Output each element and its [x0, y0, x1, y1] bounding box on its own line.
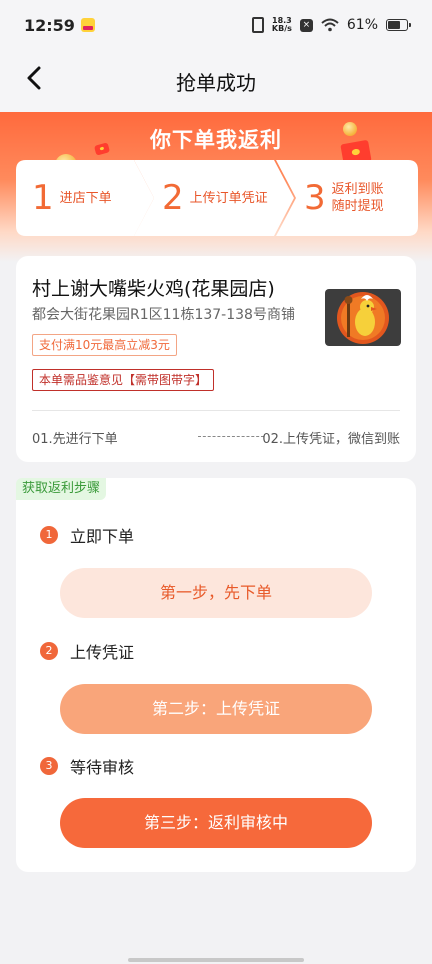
- step-label: 立即下单: [70, 527, 135, 546]
- nav-bar: 抢单成功: [0, 50, 432, 112]
- step-number: 1: [32, 178, 54, 218]
- network-speed: 18.3 KB/s: [272, 17, 292, 33]
- store-card[interactable]: 村上谢大嘴柴火鸡(花果园店) 都会大街花果园R1区11栋137-138号商铺 支…: [16, 256, 416, 462]
- flow-step-upload: 02.上传凭证，微信到账: [262, 432, 400, 447]
- home-indicator[interactable]: [128, 958, 304, 962]
- vibrate-icon: [251, 17, 264, 33]
- step-number-badge: 3: [40, 757, 58, 775]
- app-notification-icon: [80, 18, 95, 32]
- flow-dashed-connector: [198, 436, 264, 437]
- status-bar: 12:59 18.3 KB/s × 61%: [0, 0, 432, 50]
- rebate-step-1: 1 立即下单: [40, 523, 134, 547]
- store-logo-image: [325, 289, 401, 346]
- place-order-button[interactable]: 第一步，先下单: [60, 568, 372, 618]
- battery-icon: [386, 19, 411, 31]
- page-title: 抢单成功: [176, 70, 256, 95]
- flow-step-order: 01.先进行下单: [32, 432, 118, 447]
- rebate-step-3: 3 等待审核: [40, 754, 134, 778]
- wifi-icon: [321, 18, 339, 32]
- rebate-step-2: 2 上传凭证: [40, 639, 134, 663]
- discount-tag: 支付满10元最高立减3元: [32, 334, 177, 356]
- step-label: 上传凭证: [70, 643, 135, 662]
- step-text: 上传订单凭证: [190, 190, 268, 207]
- process-step-2: 2 上传订单凭证: [134, 160, 296, 236]
- rebate-review-button[interactable]: 第三步：返利审核中: [60, 798, 372, 848]
- back-button[interactable]: [22, 64, 50, 92]
- requirement-tag: 本单需品鉴意见【需带图带字】: [32, 369, 215, 391]
- rebate-steps-tag: 获取返利步骤: [16, 478, 107, 500]
- coin-decoration-icon: [343, 122, 357, 136]
- store-name: 村上谢大嘴柴火鸡(花果园店): [32, 278, 275, 300]
- rebate-process-steps: 1 进店下单 2 上传订单凭证 3 返利到账 随时提现: [16, 160, 418, 236]
- step-text-line1: 进店下单: [59, 190, 112, 206]
- chicken-mascot-icon: [337, 292, 389, 344]
- step-number: 2: [162, 178, 184, 218]
- nfc-off-icon: ×: [299, 18, 313, 32]
- network-speed-unit: KB/s: [271, 24, 292, 33]
- status-time: 12:59: [24, 15, 75, 35]
- battery-percent: 61%: [346, 17, 378, 33]
- upload-proof-button[interactable]: 第二步：上传凭证: [60, 684, 372, 734]
- store-address: 都会大街花果园R1区11栋137-138号商铺: [32, 307, 295, 323]
- step-label: 等待审核: [70, 758, 135, 777]
- process-step-3: 3 返利到账 随时提现: [276, 160, 418, 236]
- step-text: 进店下单: [60, 190, 112, 207]
- status-icons: 18.3 KB/s × 61%: [251, 17, 411, 33]
- step-text-line2: 随时提现: [331, 199, 384, 214]
- step-text: 返利到账 随时提现: [332, 181, 384, 215]
- rebate-steps-card: 获取返利步骤 1 立即下单 第一步，先下单 2 上传凭证 第二步：上传凭证 3 …: [16, 478, 416, 872]
- step-number-badge: 1: [40, 526, 58, 544]
- step-number: 3: [304, 178, 326, 218]
- step-text-line1: 返利到账: [331, 182, 384, 197]
- divider: [32, 410, 400, 411]
- step-number-badge: 2: [40, 642, 58, 660]
- step-text-line1: 上传订单凭证: [189, 190, 268, 206]
